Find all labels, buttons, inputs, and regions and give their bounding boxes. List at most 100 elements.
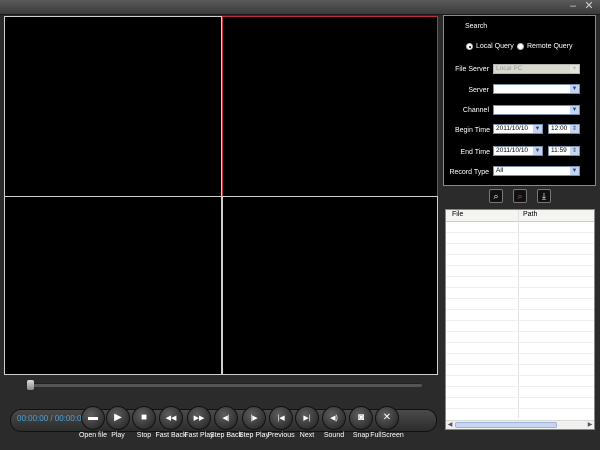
channel-select[interactable]: ▼ (493, 105, 580, 115)
video-grid (4, 16, 438, 375)
step-play-button[interactable]: |▶ (242, 406, 266, 430)
timecode: 00:00:00 / 00:00:00 (17, 414, 86, 423)
horizontal-scrollbar[interactable]: ◀ ▶ (446, 420, 594, 429)
list-row-line (446, 353, 594, 354)
record-type-value: All (496, 167, 504, 174)
list-row-line (446, 254, 594, 255)
stop-icon: ■ (140, 412, 148, 423)
camera-icon: ◙ (357, 412, 365, 423)
step-play-icon: |▶ (250, 415, 258, 422)
end-date-value: 2011/10/10 (496, 147, 529, 154)
end-time-label: End Time (460, 149, 490, 156)
seek-handle[interactable] (27, 380, 34, 390)
end-time-value: 11:59 (551, 147, 567, 154)
end-time-spinner[interactable]: 11:59 ⇕ (548, 146, 580, 156)
step-back-icon: ◀| (222, 415, 230, 422)
server-label: Server (468, 87, 489, 94)
server-select[interactable]: ▼ (493, 84, 580, 94)
video-pane-4[interactable] (222, 196, 438, 375)
next-icon: ▶| (303, 415, 311, 422)
chevron-down-icon[interactable]: ▼ (570, 106, 579, 114)
previous-label: Previous (267, 432, 295, 439)
close-button[interactable]: ✕ (582, 1, 596, 12)
file-list-header: File Path (446, 210, 594, 222)
stop-label: Stop (136, 432, 152, 439)
next-label: Next (299, 432, 315, 439)
snap-label: Snap (352, 432, 370, 439)
list-row-line (446, 342, 594, 343)
local-query-label: Local Query (476, 43, 514, 50)
list-row-line (446, 397, 594, 398)
video-pane-2[interactable] (222, 16, 438, 197)
rewind-icon: ◀◀ (165, 415, 177, 422)
begin-date-value: 2011/10/10 (496, 125, 529, 132)
chevron-down-icon: ▼ (570, 65, 579, 73)
step-play-label: Step Play (239, 432, 269, 439)
play-icon: ▶ (114, 412, 122, 423)
play-button[interactable]: ▶ (106, 406, 130, 430)
list-row-line (446, 375, 594, 376)
file-list[interactable]: File Path ◀ ▶ (445, 209, 595, 430)
local-query-option[interactable]: Local Query (466, 43, 514, 50)
spinner-icon[interactable]: ⇕ (570, 125, 579, 133)
chevron-down-icon[interactable]: ▼ (570, 167, 579, 175)
spinner-icon[interactable]: ⇕ (570, 147, 579, 155)
remote-search-button[interactable]: ⌕ (513, 189, 527, 203)
search-actions: ⌕ ⌕ ⤓ (443, 189, 596, 205)
open-file-label: Open file (78, 432, 108, 439)
chevron-down-icon[interactable]: ▼ (570, 85, 579, 93)
open-file-button[interactable]: ▬ (81, 406, 105, 430)
title-bar: – ✕ (0, 0, 600, 15)
local-query-radio[interactable] (466, 43, 473, 50)
scroll-left-icon[interactable]: ◀ (446, 421, 454, 429)
remote-search-icon: ⌕ (517, 191, 523, 201)
begin-time-label: Begin Time (454, 127, 490, 134)
sound-label: Sound (323, 432, 345, 439)
record-type-select[interactable]: All ▼ (493, 166, 580, 176)
speaker-icon: ◀) (330, 415, 338, 422)
sound-button[interactable]: ◀) (322, 406, 346, 430)
download-icon: ⤓ (542, 191, 546, 201)
channel-label: Channel (462, 107, 489, 114)
step-back-button[interactable]: ◀| (214, 406, 238, 430)
column-file[interactable]: File (452, 211, 463, 218)
fullscreen-button[interactable]: ✕ (375, 406, 399, 430)
step-back-label: Step Back (210, 432, 242, 439)
list-row-line (446, 276, 594, 277)
list-row-line (446, 309, 594, 310)
fast-back-button[interactable]: ◀◀ (159, 406, 183, 430)
minimize-button[interactable]: – (566, 1, 580, 12)
list-row-line (446, 265, 594, 266)
file-server-value: Local PC (496, 65, 523, 72)
remote-query-option[interactable]: Remote Query (517, 43, 573, 50)
chevron-down-icon[interactable]: ▼ (533, 147, 542, 155)
snap-button[interactable]: ◙ (349, 406, 373, 430)
scroll-right-icon[interactable]: ▶ (586, 421, 594, 429)
list-row-line (446, 287, 594, 288)
play-label: Play (111, 432, 125, 439)
download-button[interactable]: ⤓ (537, 189, 551, 203)
video-pane-1[interactable] (4, 16, 222, 197)
begin-date-picker[interactable]: 2011/10/10 ▼ (493, 124, 543, 134)
folder-icon: ▬ (88, 412, 98, 423)
seek-bar[interactable] (27, 380, 422, 390)
search-button[interactable]: ⌕ (489, 189, 503, 203)
next-button[interactable]: ▶| (295, 406, 319, 430)
column-path[interactable]: Path (523, 211, 537, 218)
previous-button[interactable]: |◀ (269, 406, 293, 430)
fullscreen-label: FullScreen (370, 432, 404, 439)
list-row-line (446, 364, 594, 365)
list-row-line (446, 386, 594, 387)
video-pane-3[interactable] (4, 196, 222, 375)
begin-time-spinner[interactable]: 12:00 ⇕ (548, 124, 580, 134)
end-date-picker[interactable]: 2011/10/10 ▼ (493, 146, 543, 156)
scroll-thumb[interactable] (455, 422, 557, 428)
remote-query-label: Remote Query (527, 43, 573, 50)
list-row-line (446, 298, 594, 299)
remote-query-radio[interactable] (517, 43, 524, 50)
fast-play-button[interactable]: ▶▶ (187, 406, 211, 430)
chevron-down-icon[interactable]: ▼ (533, 125, 542, 133)
file-server-select: Local PC ▼ (493, 64, 580, 74)
list-row-line (446, 243, 594, 244)
stop-button[interactable]: ■ (132, 406, 156, 430)
